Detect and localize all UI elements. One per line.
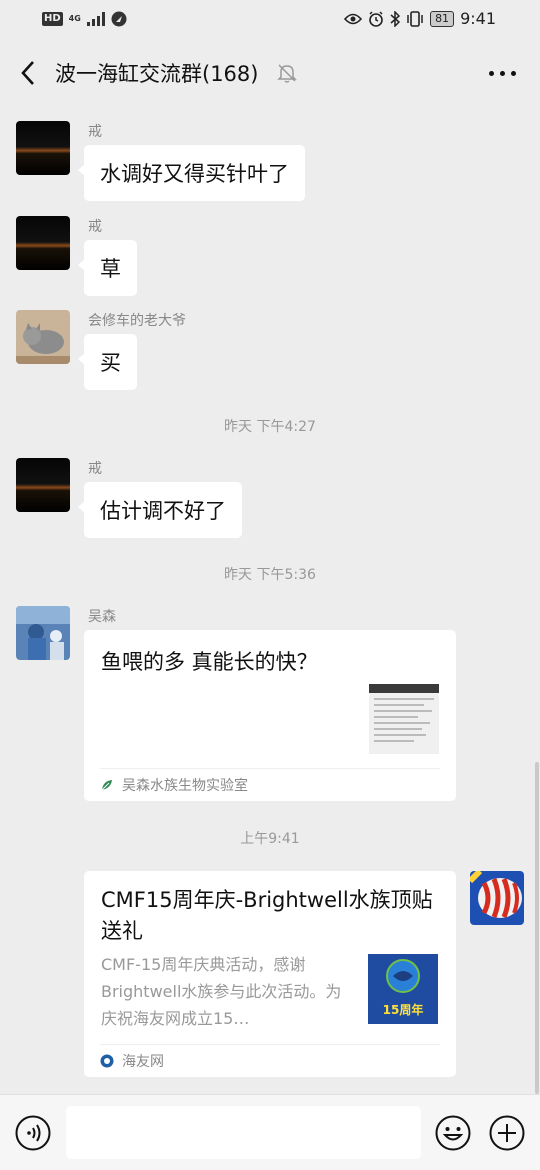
message-item: 会修车的老大爷 买 (16, 310, 516, 390)
card-source: 海友网 (100, 1044, 440, 1077)
fish-logo-icon (386, 959, 420, 993)
link-card[interactable]: 鱼喂的多 真能长的快？ 吴森水族生物实验室 (84, 630, 456, 801)
sender-name: 戒 (88, 461, 102, 477)
network-type: 4G (68, 14, 81, 23)
sender-name: 戒 (88, 124, 102, 140)
avatar[interactable] (16, 310, 70, 364)
article-thumbnail (369, 684, 439, 754)
group-title: 波一海缸交流群(168) (55, 62, 259, 86)
chat-header: 波一海缸交流群(168) (0, 44, 540, 104)
hd-indicator: HD (42, 12, 63, 26)
link-card[interactable]: CMF15周年庆-Brightwell水族顶贴送礼 CMF-15周年庆典活动，感… (84, 871, 456, 1077)
sender-name: 戒 (88, 219, 102, 235)
source-name: 海友网 (122, 1054, 164, 1070)
signal-icon (86, 12, 105, 26)
message-item: 戒 估计调不好了 (16, 458, 516, 538)
message-bubble[interactable]: 草 (78, 240, 137, 296)
source-name: 吴森水族生物实验室 (122, 778, 248, 794)
card-title: CMF15周年庆-Brightwell水族顶贴送礼 (101, 888, 433, 943)
plus-icon[interactable] (489, 1115, 525, 1151)
message-bubble[interactable]: 估计调不好了 (78, 482, 242, 538)
site-logo-icon (100, 1054, 114, 1068)
nav-app-icon (111, 11, 127, 27)
input-bar (0, 1094, 540, 1170)
battery-level: 81 (430, 10, 455, 27)
emoji-icon[interactable] (435, 1115, 471, 1151)
article-thumbnail: 15周年 (368, 954, 438, 1024)
sender-name: 吴森 (88, 609, 116, 625)
status-time: 9:41 (460, 9, 496, 28)
message-input[interactable] (66, 1106, 421, 1159)
timestamp: 昨天 下午5:36 (224, 567, 316, 583)
vibrate-icon (407, 10, 423, 27)
voice-icon[interactable] (15, 1115, 51, 1151)
status-bar: HD 4G 81 9:41 (0, 0, 540, 40)
scrollbar[interactable] (535, 762, 539, 1094)
timestamp: 昨天 下午4:27 (224, 419, 316, 435)
timestamp: 上午9:41 (240, 831, 300, 847)
message-bubble[interactable]: 水调好又得买针叶了 (78, 145, 305, 201)
sender-name: 会修车的老大爷 (88, 313, 186, 329)
message-item: 戒 草 (16, 216, 516, 296)
leaf-logo-icon (101, 780, 112, 791)
bluetooth-icon (390, 10, 401, 27)
message-bubble[interactable]: 买 (78, 334, 137, 390)
avatar[interactable] (16, 121, 70, 175)
bell-off-icon (277, 64, 297, 83)
avatar[interactable] (16, 606, 70, 660)
alarm-icon (369, 10, 383, 27)
avatar[interactable] (16, 216, 70, 270)
message-item: 吴森 鱼喂的多 真能长的快？ 吴森水族生物实验室 (16, 606, 516, 802)
card-title: 鱼喂的多 真能长的快？ (101, 650, 318, 674)
card-description: CMF-15周年庆典活动，感谢Brightwell水族参与此次活动。为庆祝海友网… (101, 955, 342, 1028)
avatar[interactable] (470, 871, 524, 925)
avatar[interactable] (16, 458, 70, 512)
chevron-left-icon[interactable] (14, 56, 44, 90)
thumbnail-label: 15周年 (382, 1003, 424, 1017)
message-item: 戒 水调好又得买针叶了 (16, 121, 516, 201)
card-source: 吴森水族生物实验室 (100, 768, 440, 801)
more-dots-icon[interactable] (489, 71, 516, 76)
eye-icon (344, 13, 363, 24)
